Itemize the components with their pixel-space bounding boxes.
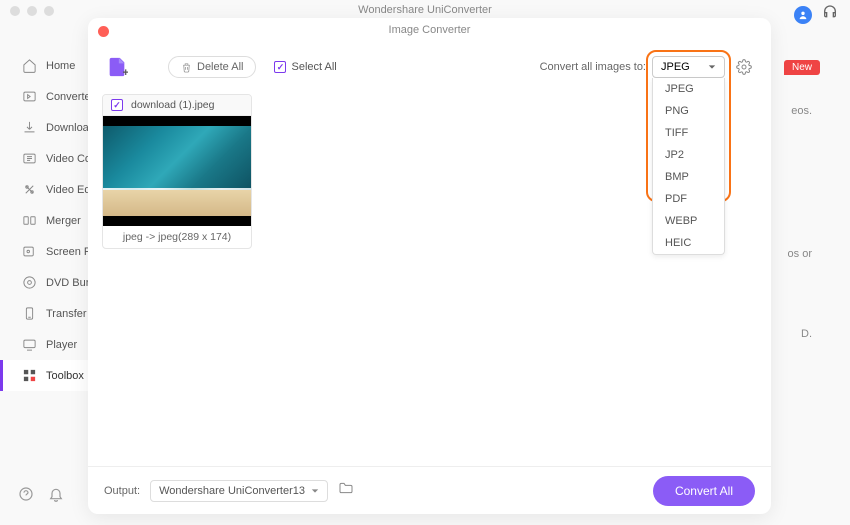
- sidebar-label: Player: [46, 339, 77, 351]
- checkbox-icon: [274, 61, 286, 73]
- new-badge: New: [784, 60, 820, 75]
- sidebar-item-home[interactable]: Home: [0, 50, 88, 81]
- close-dot[interactable]: [10, 6, 20, 16]
- sidebar-label: Converter: [46, 91, 88, 103]
- sidebar-item-player[interactable]: Player: [0, 329, 88, 360]
- app-title: Wondershare UniConverter: [358, 4, 492, 16]
- image-converter-modal: Image Converter + Delete All Select All …: [88, 18, 771, 514]
- select-all-checkbox[interactable]: Select All: [274, 61, 336, 73]
- format-dropdown: JPEG PNG TIFF JP2 BMP PDF WEBP HEIC: [652, 78, 725, 255]
- format-option-pdf[interactable]: PDF: [653, 188, 724, 210]
- bg-text: D.: [801, 328, 812, 340]
- convert-all-button[interactable]: Convert All: [653, 476, 755, 506]
- help-icon[interactable]: [18, 486, 34, 507]
- format-option-jpeg[interactable]: JPEG: [653, 78, 724, 100]
- format-option-tiff[interactable]: TIFF: [653, 122, 724, 144]
- format-option-heic[interactable]: HEIC: [653, 232, 724, 254]
- file-card[interactable]: download (1).jpeg jpeg -> jpeg(289 x 174…: [102, 94, 252, 249]
- output-path: Wondershare UniConverter13: [159, 485, 305, 497]
- sidebar-item-transfer[interactable]: Transfer: [0, 298, 88, 329]
- file-thumbnail: [103, 116, 251, 226]
- avatar[interactable]: [794, 6, 812, 24]
- sidebar-label: Home: [46, 60, 75, 72]
- sidebar-item-downloader[interactable]: Downloader: [0, 112, 88, 143]
- chevron-down-icon: [708, 63, 716, 71]
- file-conversion-info: jpeg -> jpeg(289 x 174): [103, 226, 251, 248]
- sidebar-label: Toolbox: [46, 370, 84, 382]
- sidebar-item-recorder[interactable]: Screen Recorder: [0, 236, 88, 267]
- sidebar: Home Converter Downloader Video Compress…: [0, 30, 88, 525]
- sidebar-item-compressor[interactable]: Video Compressor: [0, 143, 88, 174]
- format-option-webp[interactable]: WEBP: [653, 210, 724, 232]
- add-file-icon[interactable]: +: [106, 56, 128, 78]
- file-name: download (1).jpeg: [131, 99, 214, 111]
- bg-text: eos.: [791, 105, 812, 117]
- minimize-dot[interactable]: [27, 6, 37, 16]
- sidebar-label: DVD Burner: [46, 277, 88, 289]
- output-label: Output:: [104, 485, 140, 497]
- sidebar-label: Screen Recorder: [46, 246, 88, 258]
- select-all-label: Select All: [291, 61, 336, 73]
- sidebar-label: Downloader: [46, 122, 88, 134]
- sidebar-label: Video Editor: [46, 184, 88, 196]
- sidebar-item-editor[interactable]: Video Editor: [0, 174, 88, 205]
- sidebar-item-toolbox[interactable]: Toolbox: [0, 360, 88, 391]
- sidebar-item-dvd[interactable]: DVD Burner: [0, 267, 88, 298]
- delete-all-button[interactable]: Delete All: [168, 56, 256, 78]
- file-checkbox[interactable]: [111, 99, 123, 111]
- bell-icon[interactable]: [48, 486, 64, 507]
- support-icon[interactable]: [822, 4, 838, 25]
- settings-icon[interactable]: [733, 56, 755, 78]
- maximize-dot[interactable]: [44, 6, 54, 16]
- sidebar-item-merger[interactable]: Merger: [0, 205, 88, 236]
- bg-text: os or: [788, 248, 812, 260]
- format-option-jp2[interactable]: JP2: [653, 144, 724, 166]
- sidebar-item-converter[interactable]: Converter: [0, 81, 88, 112]
- delete-all-label: Delete All: [197, 61, 243, 73]
- sidebar-label: Merger: [46, 215, 81, 227]
- window-controls[interactable]: [10, 6, 54, 16]
- open-folder-icon[interactable]: [338, 480, 354, 501]
- format-select[interactable]: JPEG: [652, 56, 725, 78]
- format-option-png[interactable]: PNG: [653, 100, 724, 122]
- chevron-down-icon: [311, 487, 319, 495]
- selected-format: JPEG: [661, 61, 690, 73]
- convert-format-label: Convert all images to:: [540, 61, 646, 73]
- modal-title: Image Converter: [389, 24, 471, 36]
- format-option-bmp[interactable]: BMP: [653, 166, 724, 188]
- sidebar-label: Video Compressor: [46, 153, 88, 165]
- sidebar-label: Transfer: [46, 308, 87, 320]
- svg-text:+: +: [123, 67, 129, 78]
- close-icon[interactable]: [98, 26, 109, 37]
- output-path-select[interactable]: Wondershare UniConverter13: [150, 480, 328, 502]
